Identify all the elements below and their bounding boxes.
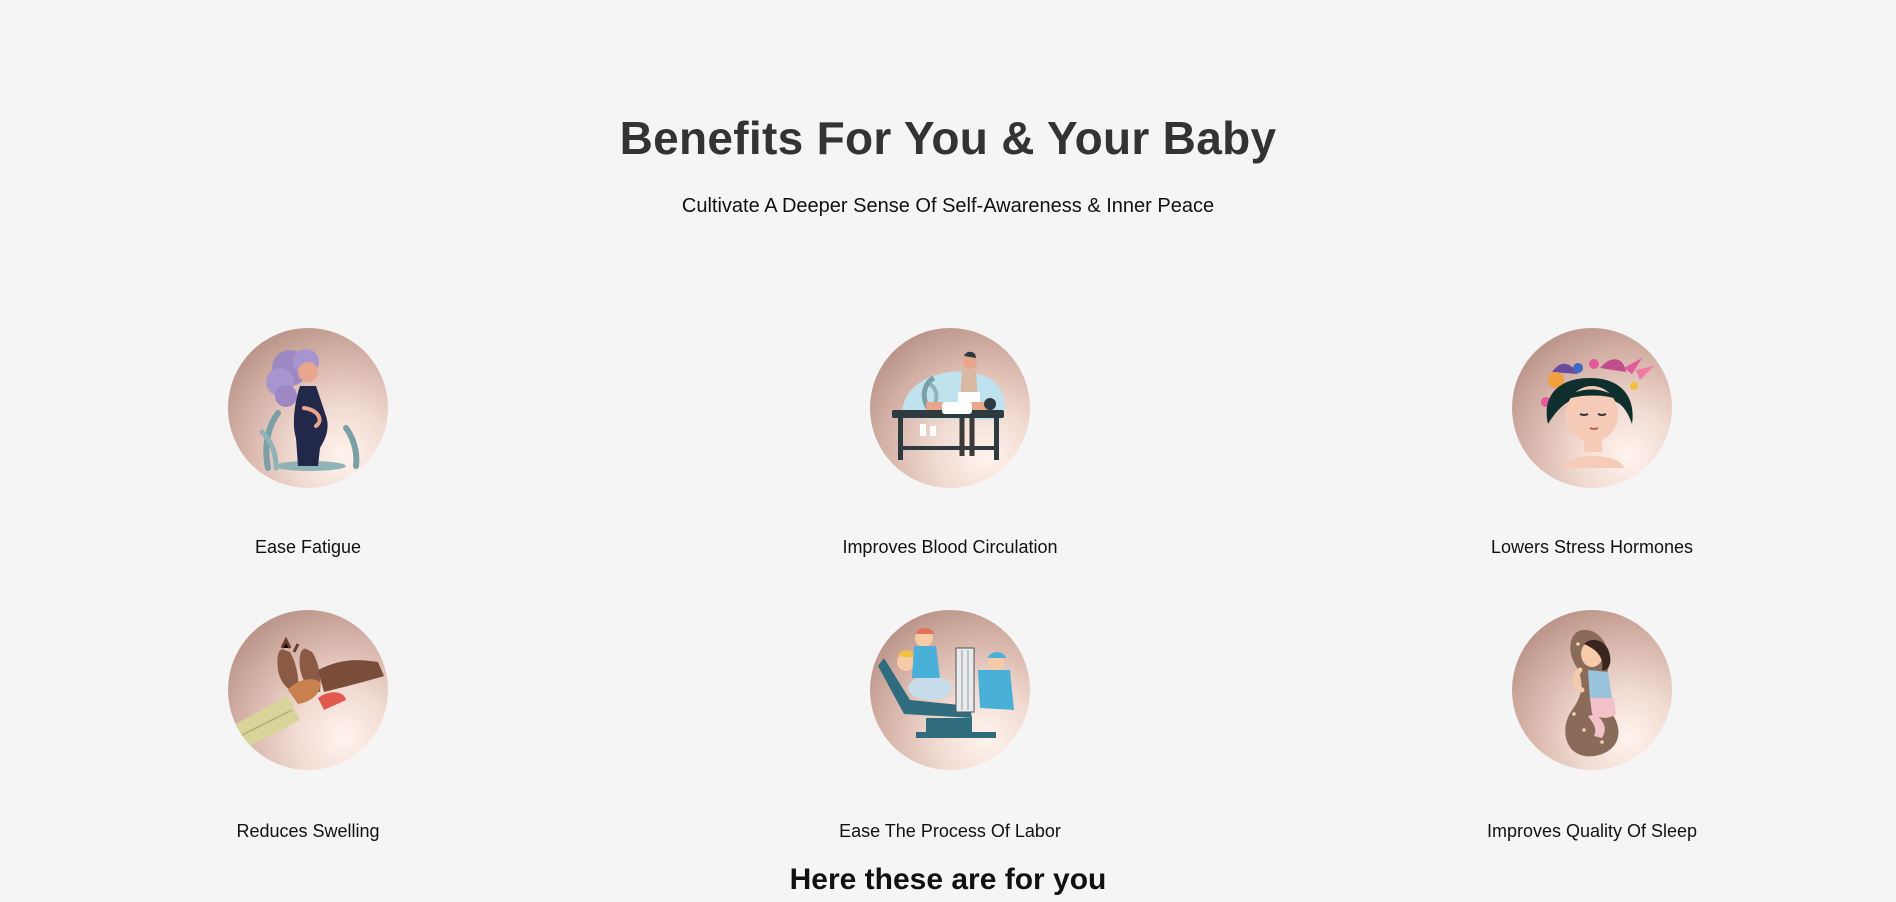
footer-heading: Here these are for you — [789, 863, 1107, 896]
benefit-card-ease-fatigue: Ease Fatigue — [108, 328, 508, 558]
foot-massage-icon — [228, 610, 388, 770]
section-title: Benefits For You & Your Baby — [619, 112, 1277, 164]
benefit-card-stress-hormones: Lowers Stress Hormones — [1392, 328, 1792, 558]
benefit-label: Improves Blood Circulation — [842, 537, 1058, 557]
benefit-label: Reduces Swelling — [236, 821, 380, 841]
benefit-label: Ease Fatigue — [254, 537, 362, 557]
benefit-label: Lowers Stress Hormones — [1490, 537, 1694, 557]
benefit-card-blood-circulation: Improves Blood Circulation — [750, 328, 1150, 558]
sleeping-pillow-icon — [1512, 610, 1672, 770]
benefit-label: Improves Quality Of Sleep — [1486, 821, 1698, 841]
benefit-card-labor: Ease The Process Of Labor — [750, 610, 1150, 842]
delivery-room-icon — [870, 610, 1030, 770]
benefit-card-reduces-swelling: Reduces Swelling — [108, 610, 508, 842]
massage-table-icon — [870, 328, 1030, 488]
calm-woman-flowers-icon — [1512, 328, 1672, 488]
page: Benefits For You & Your Baby Cultivate A… — [0, 0, 1896, 902]
benefit-card-sleep: Improves Quality Of Sleep — [1392, 610, 1792, 842]
pregnant-woman-icon — [228, 328, 388, 488]
section-subtitle: Cultivate A Deeper Sense Of Self-Awarene… — [681, 195, 1215, 217]
benefit-label: Ease The Process Of Labor — [839, 821, 1061, 841]
